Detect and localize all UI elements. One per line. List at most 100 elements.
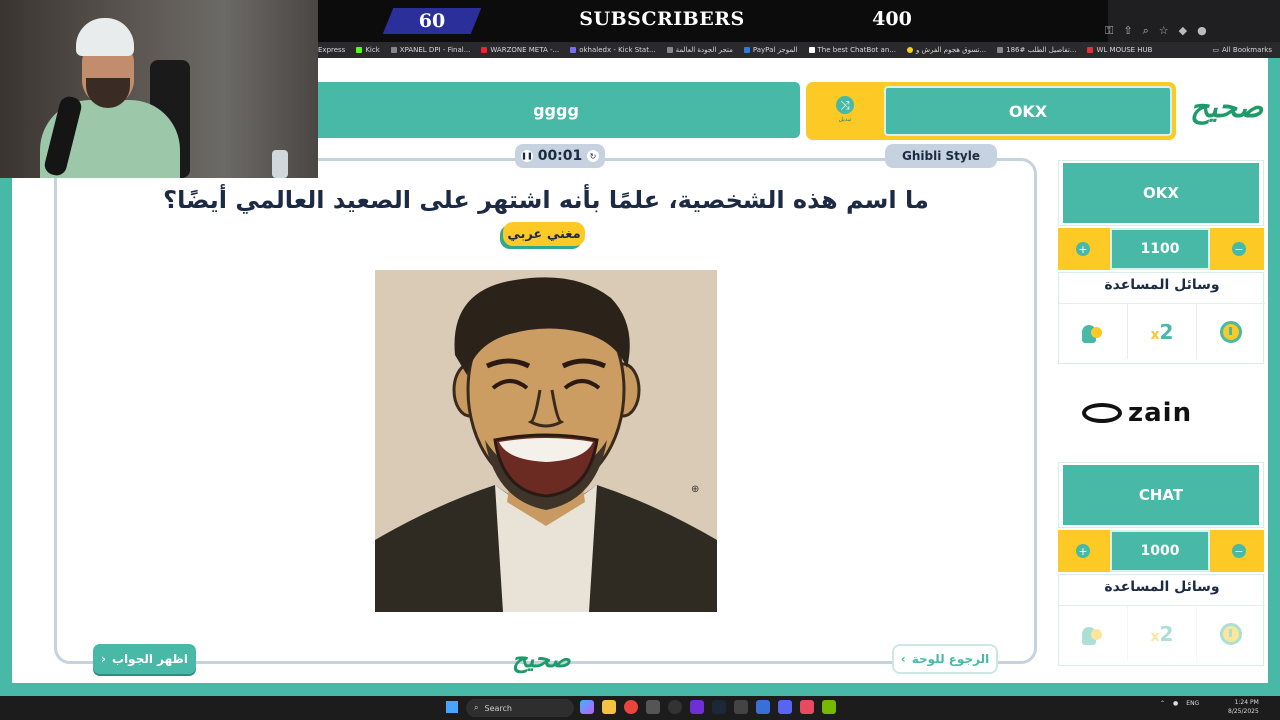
swap-icon: ⤨ bbox=[836, 96, 854, 114]
bookmark-item[interactable]: PayPal الموجز bbox=[743, 46, 798, 54]
team-name: OKX bbox=[1063, 163, 1259, 223]
show-answer-label: اظهر الجواب bbox=[112, 652, 188, 666]
order-icon bbox=[997, 47, 1004, 53]
all-bookmarks[interactable]: ▭ All Bookmarks bbox=[1212, 42, 1272, 58]
portrait-illustration bbox=[375, 270, 717, 612]
chatbot-icon bbox=[808, 47, 815, 53]
taskbar-clock[interactable]: 1:24 PM 8/25/2025 bbox=[1228, 698, 1259, 716]
taskbar-search[interactable]: ⌕ Search bbox=[466, 699, 574, 717]
help-aids-title: وسائل المساعدة bbox=[1104, 277, 1220, 293]
score-row: + 1100 − bbox=[1058, 228, 1264, 270]
team-name-frame: OKX bbox=[1058, 160, 1264, 226]
calculator-icon[interactable] bbox=[646, 700, 660, 714]
sponsor-name: zain bbox=[1128, 398, 1193, 428]
key-icon[interactable]: ⚿ bbox=[1105, 24, 1113, 38]
kick-stats-icon bbox=[570, 47, 577, 53]
hint-badge: مغني عربي bbox=[503, 222, 585, 246]
category-badge: Ghibli Style bbox=[885, 144, 997, 168]
chevron-up-icon[interactable]: ⌃ bbox=[1160, 700, 1165, 707]
copilot-icon[interactable] bbox=[580, 700, 594, 714]
help-aids-title: وسائل المساعدة bbox=[1104, 579, 1220, 595]
pause-icon[interactable]: ❚❚ bbox=[521, 150, 533, 162]
plus-icon[interactable]: + bbox=[1076, 544, 1090, 558]
explorer-icon[interactable] bbox=[602, 700, 616, 714]
obs-icon[interactable] bbox=[668, 700, 682, 714]
bookmark-item[interactable]: okhaledx - Kick Stat... bbox=[570, 46, 656, 54]
share-icon[interactable]: ⇧ bbox=[1123, 24, 1132, 38]
kick-icon bbox=[356, 47, 363, 53]
next-icon[interactable] bbox=[690, 700, 704, 714]
aid-call-friend[interactable] bbox=[1059, 304, 1128, 359]
swap-label: تبديل bbox=[838, 116, 852, 123]
taskbar-search-label: Search bbox=[484, 703, 512, 713]
current-team-name[interactable]: OKX bbox=[884, 86, 1172, 136]
windows-taskbar: ⌕ Search ⌃ ● ENG 1:24 PM 8/25/2025 bbox=[0, 696, 1280, 720]
bookmark-item[interactable]: Express bbox=[318, 46, 345, 54]
system-tray: ⌃ ● ENG bbox=[1160, 700, 1199, 707]
webcam-overlay bbox=[0, 0, 318, 178]
search-icon: ⌕ bbox=[474, 703, 479, 712]
chrome-icon[interactable] bbox=[624, 700, 638, 714]
aid-extra-time[interactable] bbox=[1197, 304, 1265, 359]
profile-icon[interactable]: ● bbox=[1197, 24, 1207, 38]
minus-icon[interactable]: − bbox=[1232, 242, 1246, 256]
aid-double-points[interactable]: x2 bbox=[1128, 606, 1197, 661]
nvidia-icon[interactable] bbox=[822, 700, 836, 714]
discord-icon[interactable] bbox=[778, 700, 792, 714]
paypal-icon bbox=[743, 47, 750, 53]
smile-icon bbox=[906, 47, 913, 53]
warzone-icon bbox=[481, 47, 488, 53]
zoom-icon[interactable]: ⌕ bbox=[1143, 24, 1149, 38]
settings-icon[interactable] bbox=[756, 700, 770, 714]
mic-icon[interactable]: ● bbox=[1173, 700, 1178, 707]
plus-icon[interactable]: + bbox=[1076, 242, 1090, 256]
extension-icon[interactable]: ◆ bbox=[1179, 24, 1187, 38]
footer-logo: صحيح bbox=[512, 644, 574, 673]
bookmark-item[interactable]: تفاصيل الطلب #186... bbox=[997, 46, 1076, 54]
app-icon[interactable] bbox=[800, 700, 814, 714]
bookmarks-bar: Express Kick XPANEL DPI - Final... WARZO… bbox=[318, 42, 1280, 58]
browser-toolbar-icons[interactable]: ⚿ ⇧ ⌕ ☆ ◆ ● bbox=[1105, 24, 1207, 38]
store-icon bbox=[666, 47, 673, 53]
question-text: ما اسم هذه الشخصية، علمًا بأنه اشتهر على… bbox=[163, 186, 929, 214]
taskbar-apps bbox=[580, 700, 836, 714]
aid-double-points[interactable]: x2 bbox=[1128, 304, 1197, 359]
double-points-icon: x2 bbox=[1150, 319, 1174, 344]
minus-icon[interactable]: − bbox=[1232, 544, 1246, 558]
back-to-board-button[interactable]: ‹ الرجوع للوحة bbox=[892, 644, 998, 674]
swap-turn-button[interactable]: ⤨ تبديل bbox=[828, 96, 862, 123]
timer: ❚❚ 00:01 ↻ bbox=[515, 144, 605, 168]
app-icon[interactable] bbox=[734, 700, 748, 714]
bookmark-item[interactable]: متجر الجودة العالمة bbox=[666, 46, 733, 54]
aid-extra-time[interactable] bbox=[1197, 606, 1265, 661]
team-name-frame: CHAT bbox=[1058, 462, 1264, 528]
steam-icon[interactable] bbox=[712, 700, 726, 714]
xpanel-icon bbox=[390, 47, 397, 53]
star-icon[interactable]: ☆ bbox=[1159, 24, 1169, 38]
windows-start-icon[interactable] bbox=[446, 701, 458, 713]
bookmark-item[interactable]: WL MOUSE HUB bbox=[1087, 46, 1152, 54]
bookmark-item[interactable]: Kick bbox=[356, 46, 380, 54]
show-answer-button[interactable]: › اظهر الجواب bbox=[93, 644, 196, 674]
bookmark-item[interactable]: The best ChatBot an... bbox=[808, 46, 896, 54]
team-tab-left[interactable]: gggg bbox=[312, 82, 800, 138]
aid-call-friend[interactable] bbox=[1059, 606, 1128, 661]
bookmark-item[interactable]: تسوق هجوم الفرش و... bbox=[906, 46, 986, 54]
question-image bbox=[375, 270, 717, 612]
back-to-board-label: الرجوع للوحة bbox=[911, 652, 990, 666]
timer-text: 00:01 bbox=[537, 148, 583, 164]
reset-icon[interactable]: ↻ bbox=[586, 150, 599, 162]
clock-time: 1:24 PM bbox=[1234, 699, 1259, 706]
chevron-right-icon: › bbox=[101, 652, 106, 666]
team-score: 1100 bbox=[1110, 228, 1210, 270]
language-indicator[interactable]: ENG bbox=[1186, 700, 1199, 707]
sponsor-logo: zain bbox=[1082, 396, 1242, 430]
extra-time-icon bbox=[1220, 320, 1242, 343]
double-points-icon: x2 bbox=[1150, 621, 1174, 646]
team-name: CHAT bbox=[1063, 465, 1259, 525]
bookmark-item[interactable]: WARZONE META -... bbox=[481, 46, 559, 54]
help-aids: وسائل المساعدة x2 bbox=[1058, 574, 1265, 666]
extra-time-icon bbox=[1220, 622, 1242, 645]
mouse-cursor: ⊕ bbox=[691, 484, 700, 495]
bookmark-item[interactable]: XPANEL DPI - Final... bbox=[390, 46, 470, 54]
